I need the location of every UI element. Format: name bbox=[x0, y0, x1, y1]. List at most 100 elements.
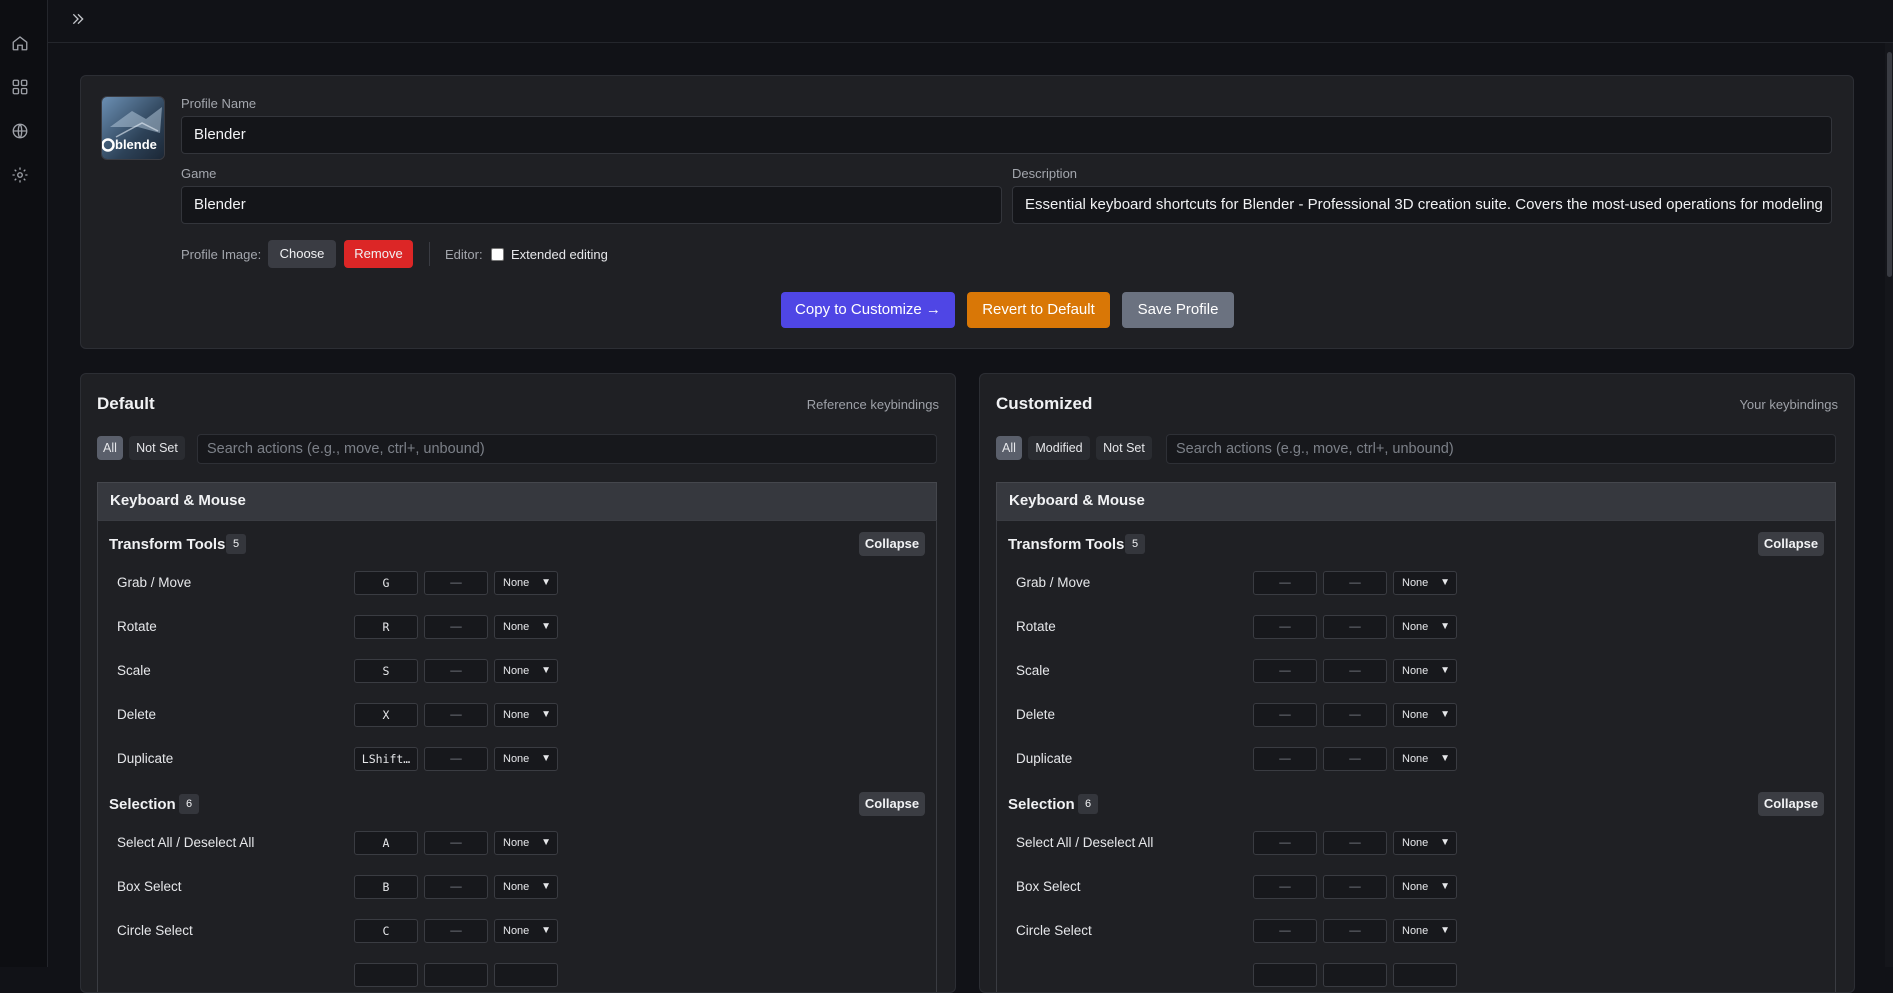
key-secondary[interactable]: — bbox=[424, 703, 488, 727]
game-input[interactable]: Blender bbox=[181, 186, 1002, 224]
modifier-select[interactable]: None▼ bbox=[494, 571, 558, 595]
key-primary[interactable]: B bbox=[354, 875, 418, 899]
collapse-button[interactable]: Collapse bbox=[1758, 532, 1824, 556]
filter-all[interactable]: All bbox=[996, 436, 1022, 460]
modifier-select[interactable]: None▼ bbox=[494, 747, 558, 771]
key-secondary[interactable]: — bbox=[424, 919, 488, 943]
chevron-down-icon: ▼ bbox=[1440, 832, 1450, 854]
filter-all[interactable]: All bbox=[97, 436, 123, 460]
choose-image-button[interactable]: Choose bbox=[268, 240, 336, 268]
action-name: Rotate bbox=[117, 619, 157, 634]
key-primary[interactable]: LShift… bbox=[354, 747, 418, 771]
modifier-select[interactable]: None▼ bbox=[494, 875, 558, 899]
chevron-down-icon: ▼ bbox=[541, 876, 551, 898]
globe-icon[interactable] bbox=[9, 120, 31, 142]
revert-to-default-button[interactable]: Revert to Default bbox=[967, 292, 1110, 328]
modifier-select[interactable]: None▼ bbox=[1393, 571, 1457, 595]
key-primary[interactable]: R bbox=[354, 615, 418, 639]
modifier-select[interactable]: None▼ bbox=[1393, 831, 1457, 855]
category-header[interactable]: Keyboard & Mouse bbox=[996, 482, 1836, 520]
group-title: Selection bbox=[109, 796, 176, 813]
key-primary[interactable]: G bbox=[354, 571, 418, 595]
modifier-select[interactable]: None▼ bbox=[494, 919, 558, 943]
apps-icon[interactable] bbox=[9, 76, 31, 98]
collapse-button[interactable]: Collapse bbox=[1758, 792, 1824, 816]
modifier-select[interactable]: None▼ bbox=[1393, 875, 1457, 899]
action-name: Select All / Deselect All bbox=[1016, 835, 1153, 850]
filter-modified[interactable]: Modified bbox=[1028, 436, 1090, 460]
modifier-select[interactable]: None▼ bbox=[1393, 615, 1457, 639]
chevron-down-icon: ▼ bbox=[541, 704, 551, 726]
search-input[interactable]: Search actions (e.g., move, ctrl+, unbou… bbox=[197, 434, 937, 464]
key-secondary[interactable]: — bbox=[424, 747, 488, 771]
chevron-down-icon: ▼ bbox=[1440, 748, 1450, 770]
chevron-down-icon: ▼ bbox=[1440, 616, 1450, 638]
key-primary[interactable]: S bbox=[354, 659, 418, 683]
key-secondary[interactable]: — bbox=[424, 615, 488, 639]
remove-image-button[interactable]: Remove bbox=[344, 240, 413, 268]
extended-editing-checkbox[interactable] bbox=[491, 248, 504, 261]
key-primary[interactable]: — bbox=[1253, 659, 1317, 683]
extended-editing-label: Extended editing bbox=[511, 247, 608, 262]
action-name: Circle Select bbox=[117, 923, 193, 938]
filter-not-set[interactable]: Not Set bbox=[129, 436, 185, 460]
key-primary[interactable]: — bbox=[1253, 831, 1317, 855]
modifier-select[interactable]: None▼ bbox=[1393, 703, 1457, 727]
group-count-badge: 5 bbox=[226, 534, 246, 554]
key-primary[interactable]: — bbox=[1253, 703, 1317, 727]
action-name: Grab / Move bbox=[117, 575, 191, 590]
chevron-down-icon: ▼ bbox=[541, 920, 551, 942]
profile-name-input[interactable]: Blender bbox=[181, 116, 1832, 154]
key-secondary[interactable]: — bbox=[1323, 615, 1387, 639]
key-secondary[interactable]: — bbox=[1323, 571, 1387, 595]
key-secondary[interactable]: — bbox=[424, 571, 488, 595]
key-secondary[interactable]: — bbox=[1323, 703, 1387, 727]
chevron-down-icon: ▼ bbox=[541, 572, 551, 594]
save-profile-button[interactable]: Save Profile bbox=[1122, 292, 1234, 328]
modifier-select[interactable]: None▼ bbox=[494, 831, 558, 855]
modifier-select[interactable]: None▼ bbox=[1393, 919, 1457, 943]
double-chevron-right-icon[interactable] bbox=[68, 9, 88, 29]
key-primary[interactable]: C bbox=[354, 919, 418, 943]
key-primary[interactable]: — bbox=[1253, 615, 1317, 639]
group-title: Transform Tools bbox=[109, 536, 225, 553]
action-name: Delete bbox=[1016, 707, 1055, 722]
modifier-select[interactable]: None▼ bbox=[494, 615, 558, 639]
default-panel: Default Reference keybindings All Not Se… bbox=[80, 373, 956, 993]
game-label: Game bbox=[181, 166, 216, 181]
key-secondary[interactable]: — bbox=[1323, 919, 1387, 943]
group-count-badge: 6 bbox=[1078, 794, 1098, 814]
copy-to-customize-button[interactable]: Copy to Customize → bbox=[781, 292, 955, 328]
key-primary[interactable]: X bbox=[354, 703, 418, 727]
key-primary[interactable]: A bbox=[354, 831, 418, 855]
group-title: Transform Tools bbox=[1008, 536, 1124, 553]
search-input[interactable]: Search actions (e.g., move, ctrl+, unbou… bbox=[1166, 434, 1836, 464]
modifier-select[interactable]: None▼ bbox=[1393, 659, 1457, 683]
editor-label: Editor: bbox=[445, 247, 483, 262]
top-bar bbox=[48, 0, 1893, 43]
modifier-select[interactable]: None▼ bbox=[1393, 747, 1457, 771]
filter-not-set[interactable]: Not Set bbox=[1096, 436, 1152, 460]
action-name: Box Select bbox=[1016, 879, 1081, 894]
collapse-button[interactable]: Collapse bbox=[859, 792, 925, 816]
collapse-button[interactable]: Collapse bbox=[859, 532, 925, 556]
category-header[interactable]: Keyboard & Mouse bbox=[97, 482, 937, 520]
key-primary[interactable]: — bbox=[1253, 919, 1317, 943]
key-secondary[interactable]: — bbox=[1323, 875, 1387, 899]
key-secondary[interactable]: — bbox=[1323, 747, 1387, 771]
scrollbar-thumb[interactable] bbox=[1887, 52, 1892, 277]
key-primary[interactable]: — bbox=[1253, 571, 1317, 595]
key-secondary[interactable]: — bbox=[424, 875, 488, 899]
modifier-select[interactable]: None▼ bbox=[494, 703, 558, 727]
avatar-logo-text: blende bbox=[115, 137, 157, 152]
key-secondary[interactable]: — bbox=[1323, 659, 1387, 683]
key-secondary[interactable]: — bbox=[1323, 831, 1387, 855]
home-icon[interactable] bbox=[9, 32, 31, 54]
key-secondary[interactable]: — bbox=[424, 659, 488, 683]
description-input[interactable]: Essential keyboard shortcuts for Blender… bbox=[1012, 186, 1832, 224]
key-primary[interactable]: — bbox=[1253, 875, 1317, 899]
key-secondary[interactable]: — bbox=[424, 831, 488, 855]
gear-icon[interactable] bbox=[9, 164, 31, 186]
key-primary[interactable]: — bbox=[1253, 747, 1317, 771]
modifier-select[interactable]: None▼ bbox=[494, 659, 558, 683]
